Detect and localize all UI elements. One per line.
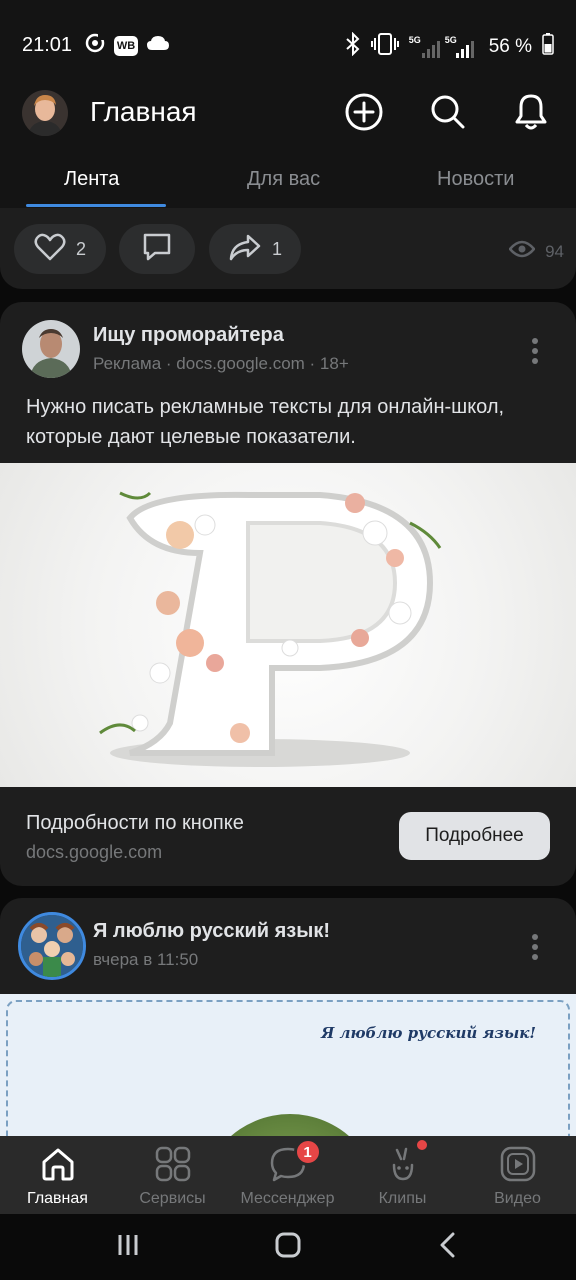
views-count: 94 <box>545 241 564 261</box>
add-icon <box>344 92 384 137</box>
signal-icon: 5G 5G <box>409 35 479 59</box>
video-icon <box>498 1144 538 1184</box>
group-avatar[interactable] <box>18 912 86 980</box>
vibrate-icon <box>370 33 399 60</box>
search-button[interactable] <box>426 92 470 136</box>
wb-label: WB <box>116 39 136 52</box>
battery-text: 56 % <box>488 35 532 57</box>
feed-tabs: Лента Для вас Новости <box>0 164 576 208</box>
nav-services-label: Сервисы <box>139 1190 206 1207</box>
status-time: 21:01 <box>22 34 73 56</box>
ad-image[interactable] <box>0 463 576 787</box>
profile-avatar[interactable] <box>22 90 68 136</box>
services-icon <box>153 1144 193 1184</box>
group-name[interactable]: Я люблю русский язык! <box>93 920 330 943</box>
clips-new-dot <box>416 1140 427 1150</box>
comment-icon <box>141 232 173 267</box>
nav-video[interactable]: Видео <box>460 1136 575 1214</box>
search-icon <box>429 93 467 136</box>
comment-button[interactable] <box>119 224 195 274</box>
ad-author-avatar[interactable] <box>22 320 80 378</box>
add-button[interactable] <box>342 92 386 136</box>
share-count: 1 <box>271 238 282 259</box>
ad-post: Ищу проморайтера Реклама · docs.google.c… <box>0 302 576 886</box>
home-icon <box>38 1144 78 1184</box>
nav-messenger-label: Мессенджер <box>240 1190 335 1207</box>
group-post: Я люблю русский язык! вчера в 11:50 Я лю… <box>0 898 576 1136</box>
group-more-options-button[interactable] <box>532 934 540 964</box>
back-icon <box>438 1232 458 1263</box>
nav-clips-label: Клипы <box>378 1190 427 1207</box>
tab-feed[interactable]: Лента <box>64 168 119 191</box>
ad-footer-domain: docs.google.com <box>26 842 163 862</box>
nav-messenger[interactable]: 1 Мессенджер <box>230 1136 345 1214</box>
back-button[interactable] <box>428 1232 468 1262</box>
clips-icon <box>383 1140 427 1184</box>
page-title: Главная <box>90 96 197 127</box>
ad-text: Нужно писать рекламные тексты для онлайн… <box>26 396 505 448</box>
home-system-button[interactable] <box>268 1232 308 1262</box>
nav-clips[interactable]: Клипы <box>345 1136 460 1214</box>
bell-icon <box>512 92 550 137</box>
home-circle-icon <box>275 1232 301 1263</box>
network-label-a: 5G <box>408 34 421 45</box>
nav-home-label: Главная <box>27 1190 88 1207</box>
like-button[interactable]: 2 <box>14 224 106 274</box>
app-header: Главная Лента Для вас Новости <box>0 88 576 208</box>
bluetooth-icon <box>345 31 361 61</box>
share-icon <box>228 233 262 266</box>
messenger-badge: 1 <box>293 1138 322 1166</box>
notifications-button[interactable] <box>509 92 553 136</box>
group-post-time: вчера в 11:50 <box>93 950 199 969</box>
previous-post-actions: 2 1 94 <box>0 208 576 289</box>
podcast-icon <box>84 32 106 59</box>
system-navigation <box>0 1214 576 1280</box>
wb-icon: WB <box>114 35 138 56</box>
nav-services[interactable]: Сервисы <box>115 1136 230 1214</box>
nav-video-label: Видео <box>494 1190 541 1207</box>
more-dots-icon <box>532 934 538 940</box>
nav-home[interactable]: Главная <box>0 1136 115 1214</box>
recent-apps-button[interactable] <box>108 1232 148 1262</box>
recent-apps-icon <box>116 1233 140 1262</box>
more-dots-icon <box>532 338 538 344</box>
status-bar: 21:01 WB 5G 5G 56 % <box>0 0 576 88</box>
battery-icon <box>542 33 554 60</box>
views-counter: 94 <box>508 240 564 263</box>
tab-for-you[interactable]: Для вас <box>247 168 320 191</box>
ad-details-button[interactable]: Подробнее <box>399 812 550 860</box>
banner-title: Я люблю русский язык! <box>321 1024 536 1042</box>
ad-author-name[interactable]: Ищу проморайтера <box>93 324 284 347</box>
share-button[interactable]: 1 <box>209 224 301 274</box>
tab-news[interactable]: Новости <box>437 168 514 191</box>
cloud-icon <box>146 34 170 57</box>
more-options-button[interactable] <box>532 338 540 368</box>
ad-footer-title: Подробности по кнопке <box>26 812 244 834</box>
eye-icon <box>508 240 536 263</box>
group-post-image[interactable]: Я люблю русский язык! <box>0 994 576 1136</box>
tab-indicator <box>26 204 166 207</box>
like-count: 2 <box>75 238 86 259</box>
messenger-icon: 1 <box>268 1138 322 1184</box>
heart-icon <box>34 233 66 266</box>
ad-meta: Реклама · docs.google.com · 18+ <box>93 354 349 373</box>
bottom-navigation: Главная Сервисы 1 Мессенджер Клипы Видео <box>0 1136 576 1214</box>
feed[interactable]: 2 1 94 Ищу проморайтера Реклама · docs.g… <box>0 208 576 1136</box>
